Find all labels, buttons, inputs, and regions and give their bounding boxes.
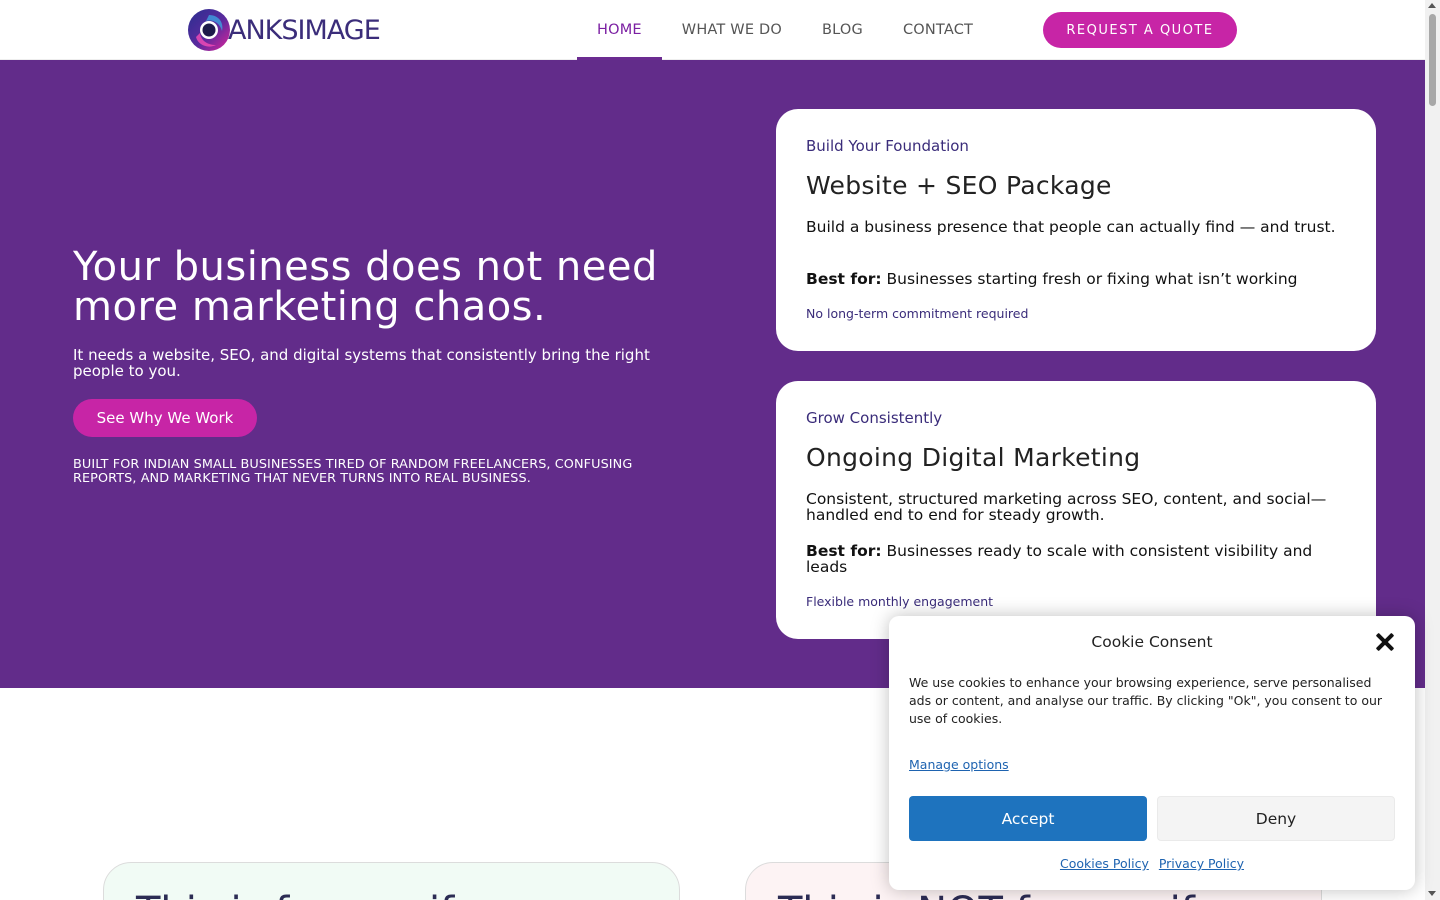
card-footnote: Flexible monthly engagement (806, 594, 994, 609)
nav-blog[interactable]: BLOG (802, 0, 883, 60)
page-scrollbar[interactable] (1425, 0, 1440, 900)
accept-button[interactable]: Accept (909, 796, 1147, 841)
logo-swirl-icon (188, 9, 230, 51)
card-footnote: No long-term commitment required (806, 306, 1029, 321)
best-for-label: Best for: (806, 270, 882, 288)
main-nav: HOME WHAT WE DO BLOG CONTACT (577, 0, 993, 60)
see-why-we-work-button[interactable]: See Why We Work (73, 399, 257, 437)
card-best-for: Best for: Businesses starting fresh or f… (806, 271, 1351, 287)
request-quote-button[interactable]: REQUEST A QUOTE (1043, 12, 1237, 48)
deny-button[interactable]: Deny (1157, 796, 1395, 841)
scroll-up-arrow-icon[interactable] (1428, 3, 1436, 8)
cookie-title: Cookie Consent (1091, 633, 1213, 651)
card-description: Consistent, structured marketing across … (806, 490, 1327, 524)
package-card-foundation: Build Your Foundation Website + SEO Pack… (776, 109, 1376, 351)
site-logo[interactable]: ANKSIMAGE (186, 6, 381, 54)
scroll-down-arrow-icon[interactable] (1428, 891, 1436, 896)
privacy-policy-link[interactable]: Privacy Policy (1159, 856, 1244, 871)
for-you-title: This is for you if... (136, 889, 489, 900)
best-for-text: Businesses ready to scale with consisten… (806, 542, 1313, 576)
cookie-policy-links: Cookies Policy Privacy Policy (889, 856, 1415, 871)
close-icon[interactable] (1375, 632, 1395, 652)
hero-title: Your business does not need more marketi… (73, 244, 658, 330)
package-card-growth: Grow Consistently Ongoing Digital Market… (776, 381, 1376, 639)
card-title: Website + SEO Package (806, 171, 1112, 200)
card-best-for: Best for: Businesses ready to scale with… (806, 543, 1351, 575)
cookie-consent-dialog: Cookie Consent We use cookies to enhance… (889, 616, 1415, 890)
not-for-you-title: This is NOT for you if... (778, 889, 1230, 900)
hero-section: Your business does not need more marketi… (0, 60, 1425, 688)
hero-subtitle: It needs a website, SEO, and digital sys… (73, 346, 650, 380)
nav-home[interactable]: HOME (577, 0, 662, 60)
card-eyebrow: Grow Consistently (806, 409, 943, 427)
hero-note: Built for Indian small businesses tired … (73, 457, 633, 486)
logo-text: ANKSIMAGE (228, 14, 381, 46)
card-eyebrow: Build Your Foundation (806, 137, 969, 155)
scroll-thumb[interactable] (1429, 14, 1436, 106)
card-title: Ongoing Digital Marketing (806, 443, 1141, 472)
best-for-text: Businesses starting fresh or fixing what… (886, 270, 1298, 288)
nav-what-we-do[interactable]: WHAT WE DO (662, 0, 802, 60)
site-header: ANKSIMAGE HOME WHAT WE DO BLOG CONTACT R… (0, 0, 1425, 60)
cookies-policy-link[interactable]: Cookies Policy (1060, 856, 1149, 871)
card-description: Build a business presence that people ca… (806, 218, 1336, 236)
cookie-text: We use cookies to enhance your browsing … (909, 675, 1383, 726)
manage-options-link[interactable]: Manage options (909, 757, 1009, 772)
nav-contact[interactable]: CONTACT (883, 0, 993, 60)
for-you-card: This is for you if... (103, 862, 680, 900)
